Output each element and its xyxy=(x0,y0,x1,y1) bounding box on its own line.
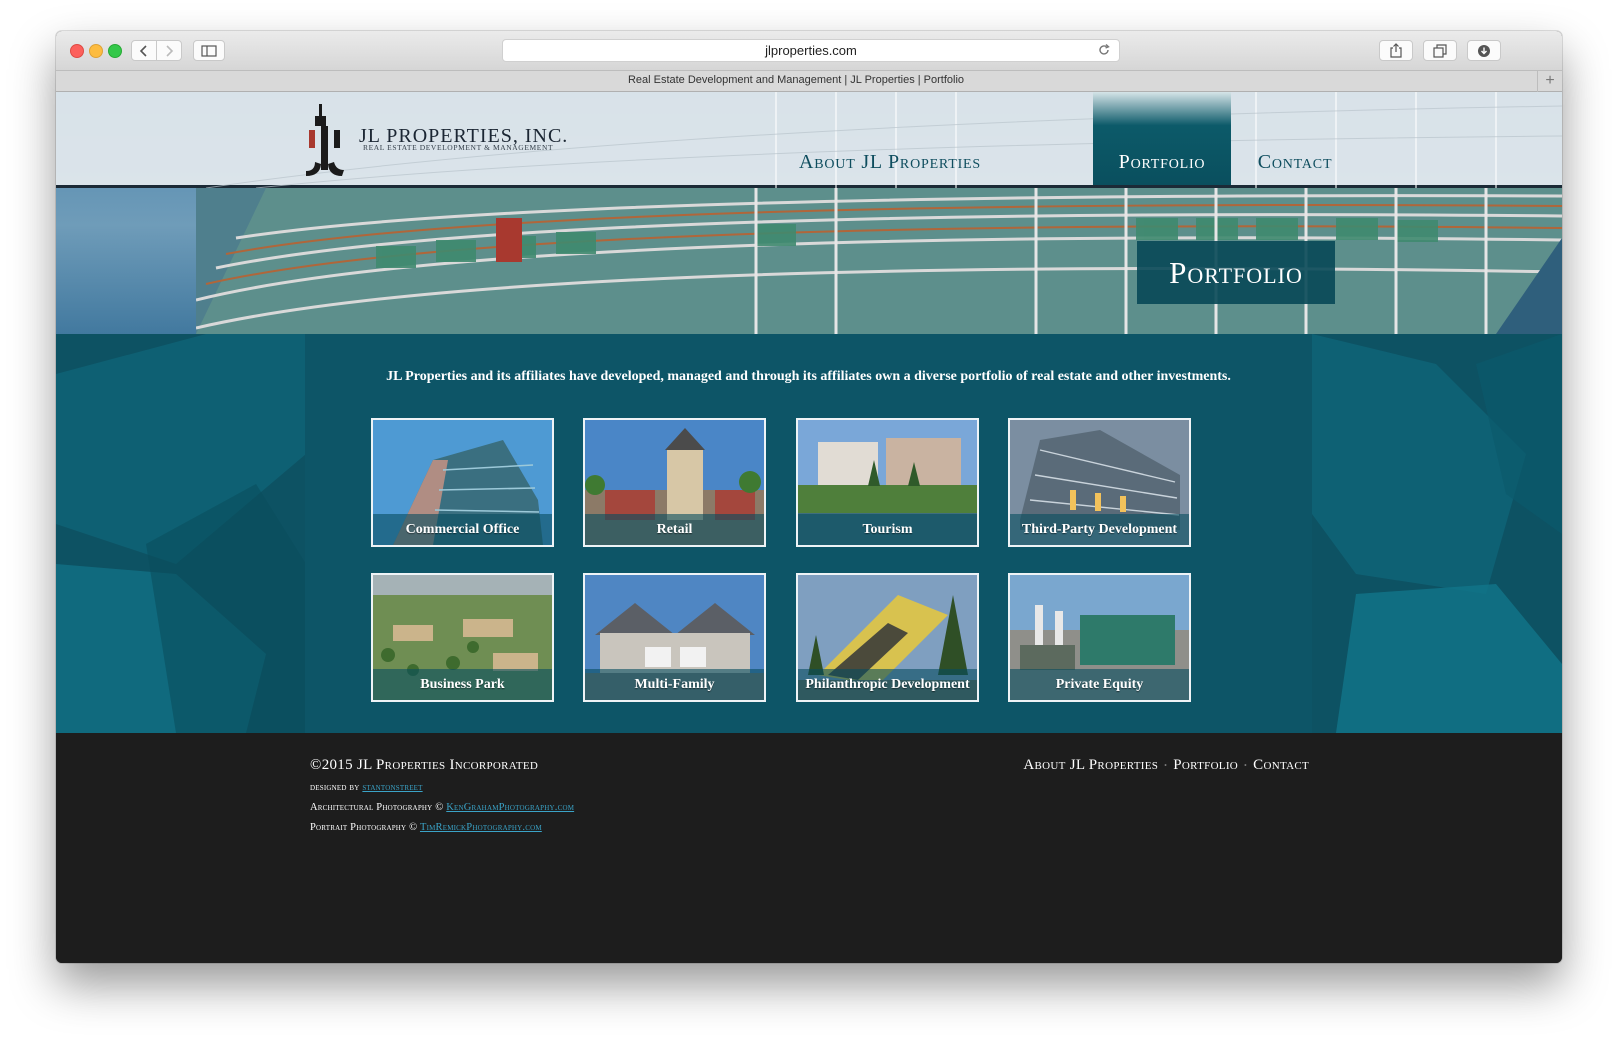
building-facade-image xyxy=(196,188,1562,334)
tile-label: Business Park xyxy=(373,669,552,700)
tile-label: Philanthropic Development xyxy=(798,669,977,700)
nav-contact[interactable]: Contact xyxy=(1239,92,1351,185)
forward-button[interactable] xyxy=(156,40,182,61)
tile-third-party-development[interactable]: Third-Party Development xyxy=(1008,418,1191,547)
architectural-photo-credit: Architectural Photography © KenGrahamPho… xyxy=(310,802,574,813)
tabs-overview-button[interactable] xyxy=(1423,40,1457,61)
portrait-photo-credit: Portrait Photography © TimRemickPhotogra… xyxy=(310,822,542,833)
minimize-window-button[interactable] xyxy=(89,44,103,58)
page-title: Portfolio xyxy=(1137,241,1335,304)
back-button[interactable] xyxy=(131,40,157,61)
portrait-photographer-link[interactable]: TimRemickPhotography.com xyxy=(420,822,542,833)
browser-window: jlproperties.com Real Estate Development… xyxy=(56,31,1562,963)
url-text: jlproperties.com xyxy=(765,43,857,58)
sidebar-icon xyxy=(201,44,217,57)
tile-multi-family[interactable]: Multi-Family xyxy=(583,573,766,702)
share-button[interactable] xyxy=(1379,40,1413,61)
tile-commercial-office[interactable]: Commercial Office xyxy=(371,418,554,547)
tile-label: Commercial Office xyxy=(373,514,552,545)
web-page: JL PROPERTIES, INC. REAL ESTATE DEVELOPM… xyxy=(56,92,1562,963)
tile-label: Private Equity xyxy=(1010,669,1189,700)
architectural-photographer-link[interactable]: KenGrahamPhotography.com xyxy=(446,802,574,813)
intro-text: JL Properties and its affiliates have de… xyxy=(386,369,1231,384)
tile-philanthropic-development[interactable]: Philanthropic Development xyxy=(796,573,979,702)
download-icon xyxy=(1478,44,1490,57)
footer-nav-about[interactable]: About JL Properties xyxy=(1023,757,1158,774)
close-window-button[interactable] xyxy=(70,44,84,58)
footer-nav-portfolio[interactable]: Portfolio xyxy=(1173,757,1238,774)
tile-business-park[interactable]: Business Park xyxy=(371,573,554,702)
tile-label: Retail xyxy=(585,514,764,545)
content-panel: JL Properties and its affiliates have de… xyxy=(305,334,1312,733)
downloads-button[interactable] xyxy=(1467,40,1501,61)
tile-tourism[interactable]: Tourism xyxy=(796,418,979,547)
architectural-credit-prefix: Architectural Photography © xyxy=(310,802,444,813)
footer-nav-separator: • xyxy=(1244,761,1248,770)
portfolio-section: JL Properties and its affiliates have de… xyxy=(56,334,1562,733)
designer-credit: designed by stantonstreet xyxy=(310,782,423,793)
tabs-icon xyxy=(1433,43,1447,58)
chevron-left-icon xyxy=(139,44,147,57)
company-tagline: REAL ESTATE DEVELOPMENT & MANAGEMENT xyxy=(363,143,554,152)
designer-link[interactable]: stantonstreet xyxy=(362,782,422,793)
tile-label: Multi-Family xyxy=(585,669,764,700)
browser-toolbar: jlproperties.com xyxy=(56,31,1562,70)
nav-portfolio[interactable]: Portfolio xyxy=(1093,92,1231,185)
tile-retail[interactable]: Retail xyxy=(583,418,766,547)
site-header: JL PROPERTIES, INC. REAL ESTATE DEVELOPM… xyxy=(56,92,1562,188)
footer-nav-contact[interactable]: Contact xyxy=(1253,757,1309,774)
active-tab-title[interactable]: Real Estate Development and Management |… xyxy=(56,74,1536,86)
sidebar-button[interactable] xyxy=(193,40,225,61)
address-bar[interactable]: jlproperties.com xyxy=(502,39,1120,62)
tab-bar: Real Estate Development and Management |… xyxy=(56,70,1562,92)
copyright-text: ©2015 JL Properties Incorporated xyxy=(310,757,539,773)
tile-private-equity[interactable]: Private Equity xyxy=(1008,573,1191,702)
reload-icon[interactable] xyxy=(1097,43,1111,57)
nav-about[interactable]: About JL Properties xyxy=(780,92,1000,185)
tile-label: Tourism xyxy=(798,514,977,545)
chevron-right-icon xyxy=(166,44,174,57)
footer-nav-separator: • xyxy=(1164,761,1168,770)
share-icon xyxy=(1390,43,1402,58)
hero-banner: JL PROPERTIES, INC. REAL ESTATE DEVELOPM… xyxy=(56,92,1562,334)
jl-logo-icon xyxy=(306,104,344,176)
site-footer: ©2015 JL Properties Incorporated designe… xyxy=(56,733,1562,963)
footer-nav: About JL Properties • Portfolio • Contac… xyxy=(1023,757,1309,774)
portrait-credit-prefix: Portrait Photography © xyxy=(310,822,418,833)
zoom-window-button[interactable] xyxy=(108,44,122,58)
designer-credit-prefix: designed by xyxy=(310,782,360,793)
tile-label: Third-Party Development xyxy=(1010,514,1189,545)
new-tab-button[interactable]: + xyxy=(1537,71,1562,92)
